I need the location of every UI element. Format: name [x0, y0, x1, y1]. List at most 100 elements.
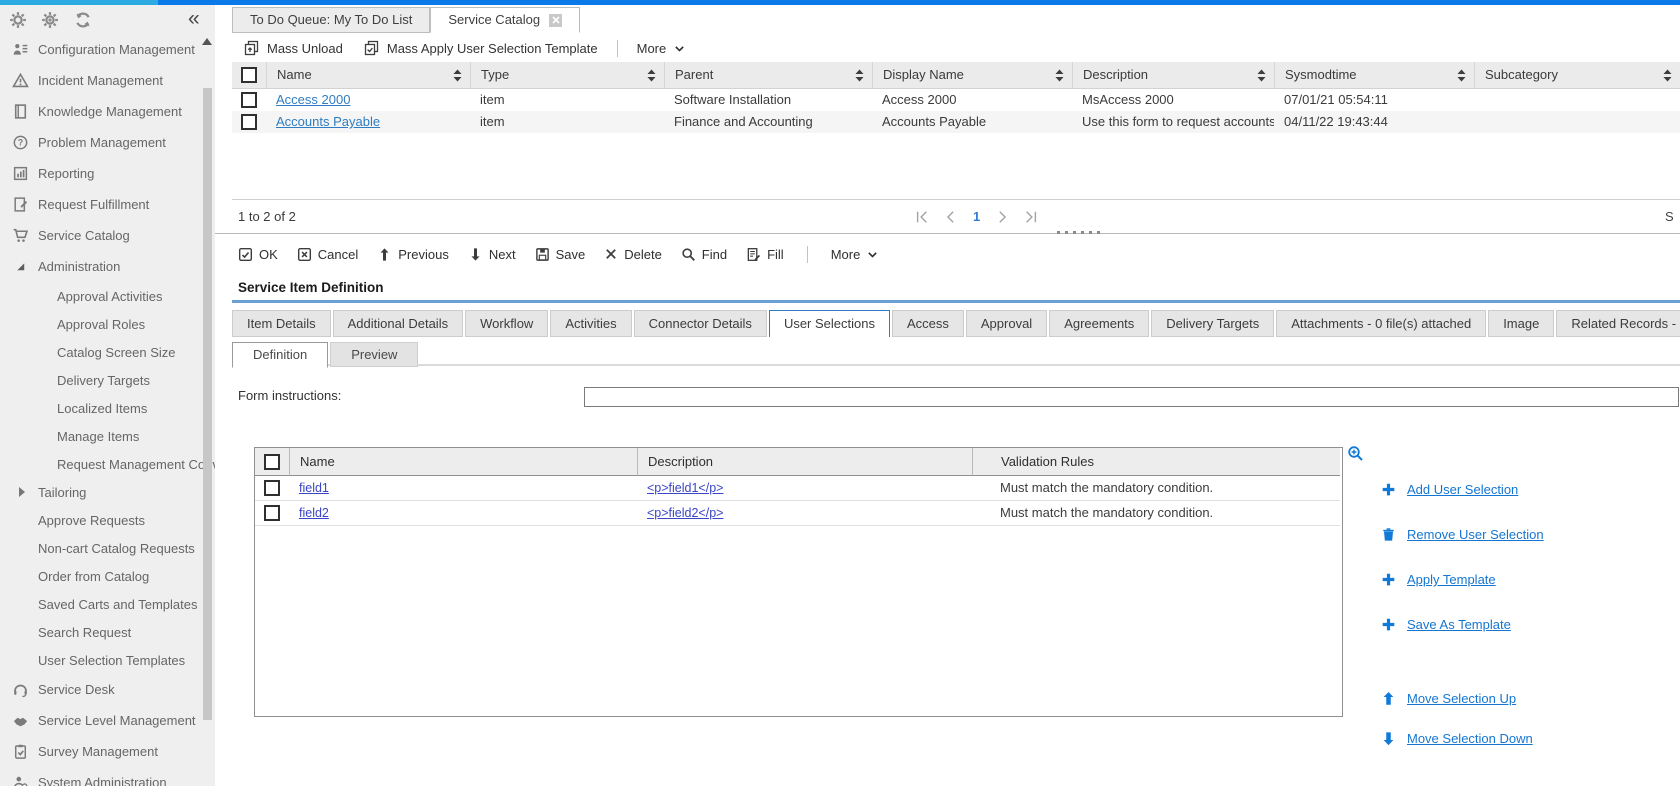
find-button[interactable]: Find: [681, 247, 727, 262]
sidebar-item-request-management-conv[interactable]: Request Management Conv: [0, 450, 215, 478]
tab-service-catalog[interactable]: Service Catalog: [430, 7, 581, 33]
table-row[interactable]: Accounts Payable item Finance and Accoun…: [232, 111, 1680, 133]
record-link[interactable]: Access 2000: [276, 92, 350, 107]
delete-button[interactable]: Delete: [604, 247, 662, 262]
sort-icon[interactable]: [1055, 69, 1064, 82]
sidebar-item-survey-management[interactable]: Survey Management: [0, 736, 215, 767]
row-checkbox[interactable]: [241, 114, 257, 130]
sidebar-item-search-request[interactable]: Search Request: [0, 618, 215, 646]
fill-button[interactable]: Fill: [746, 247, 784, 262]
next-button[interactable]: Next: [468, 247, 516, 262]
sidebar-item-saved-carts-and-templates[interactable]: Saved Carts and Templates: [0, 590, 215, 618]
sidebar-collapse-button[interactable]: «: [188, 6, 200, 32]
table-row[interactable]: field1 <p>field1</p> Must match the mand…: [255, 476, 1342, 501]
action-move-selection-up[interactable]: Move Selection Up: [1381, 691, 1516, 706]
action-link[interactable]: Move Selection Up: [1407, 691, 1516, 706]
tab-connector-details[interactable]: Connector Details: [633, 310, 767, 337]
gear-icon[interactable]: [9, 11, 27, 29]
sidebar-item-service-catalog[interactable]: Service Catalog: [0, 220, 215, 251]
tab-additional-details[interactable]: Additional Details: [332, 310, 464, 337]
action-remove-user-selection[interactable]: Remove User Selection: [1381, 527, 1544, 542]
row-checkbox[interactable]: [241, 92, 257, 108]
sidebar-item-reporting[interactable]: Reporting: [0, 158, 215, 189]
action-save-as-template[interactable]: Save As Template: [1381, 617, 1511, 632]
form-instructions-input[interactable]: [584, 387, 1679, 407]
first-page-icon[interactable]: [915, 210, 929, 224]
field-link[interactable]: field1: [299, 481, 329, 495]
mass-apply-user-selection-template-button[interactable]: Mass Apply User Selection Template: [358, 40, 604, 56]
sort-icon[interactable]: [855, 69, 864, 82]
action-link[interactable]: Move Selection Down: [1407, 731, 1533, 746]
column-header-subcategory[interactable]: Subcategory: [1474, 62, 1680, 88]
mass-unload-button[interactable]: Mass Unload: [238, 40, 349, 56]
close-tab-icon[interactable]: [549, 13, 563, 27]
sidebar-item-tailoring[interactable]: Tailoring: [0, 478, 215, 506]
column-header-name[interactable]: Name: [289, 448, 637, 476]
column-header-display-name[interactable]: Display Name: [872, 62, 1072, 88]
sidebar-item-system-administration[interactable]: System Administration: [0, 767, 215, 786]
previous-button[interactable]: Previous: [377, 247, 449, 262]
sidebar-item-problem-management[interactable]: ? Problem Management: [0, 127, 215, 158]
sidebar-item-non-cart-catalog-requests[interactable]: Non-cart Catalog Requests: [0, 534, 215, 562]
sidebar-item-configuration-management[interactable]: Configuration Management: [0, 34, 215, 65]
sidebar-item-user-selection-templates[interactable]: User Selection Templates: [0, 646, 215, 674]
row-checkbox[interactable]: [264, 505, 280, 521]
sort-icon[interactable]: [1257, 69, 1266, 82]
tab-definition[interactable]: Definition: [232, 342, 329, 368]
tab-image[interactable]: Image: [1488, 310, 1555, 337]
tab-attachments[interactable]: Attachments - 0 file(s) attached: [1276, 310, 1487, 337]
next-page-icon[interactable]: [995, 210, 1009, 224]
sort-icon[interactable]: [453, 69, 462, 82]
field-description-link[interactable]: <p>field1</p>: [647, 481, 723, 495]
tab-user-selections[interactable]: User Selections: [768, 310, 890, 337]
sort-icon[interactable]: [647, 69, 656, 82]
column-header-description[interactable]: Description: [637, 448, 972, 476]
more-button[interactable]: More: [631, 41, 693, 56]
tab-related-records[interactable]: Related Records - (0): [1556, 310, 1680, 337]
sidebar-item-catalog-screen-size[interactable]: Catalog Screen Size: [0, 338, 215, 366]
select-all-checkbox[interactable]: [264, 453, 280, 470]
table-row[interactable]: Access 2000 item Software Installation A…: [232, 89, 1680, 111]
last-page-icon[interactable]: [1024, 210, 1038, 224]
pane-splitter[interactable]: [215, 231, 1680, 234]
sidebar-item-incident-management[interactable]: Incident Management: [0, 65, 215, 96]
field-link[interactable]: field2: [299, 506, 329, 520]
sort-icon[interactable]: [1457, 69, 1466, 82]
sidebar-item-knowledge-management[interactable]: Knowledge Management: [0, 96, 215, 127]
select-all-checkbox[interactable]: [241, 67, 257, 83]
action-link[interactable]: Add User Selection: [1407, 482, 1518, 497]
refresh-icon[interactable]: [74, 11, 92, 29]
column-header-type[interactable]: Type: [470, 62, 664, 88]
splitter-handle[interactable]: [1057, 231, 1100, 234]
cancel-button[interactable]: Cancel: [297, 247, 358, 262]
action-add-user-selection[interactable]: Add User Selection: [1381, 482, 1518, 497]
tab-preview[interactable]: Preview: [330, 342, 419, 367]
table-row[interactable]: field2 <p>field2</p> Must match the mand…: [255, 501, 1342, 526]
action-move-selection-down[interactable]: Move Selection Down: [1381, 731, 1533, 746]
sidebar-item-administration[interactable]: Administration: [0, 251, 215, 282]
sidebar-item-service-level-management[interactable]: Service Level Management: [0, 705, 215, 736]
sidebar-scroll-up-arrow[interactable]: [202, 38, 212, 45]
sidebar-item-approve-requests[interactable]: Approve Requests: [0, 506, 215, 534]
previous-page-icon[interactable]: [944, 210, 958, 224]
tab-agreements[interactable]: Agreements: [1049, 310, 1150, 337]
sidebar-item-order-from-catalog[interactable]: Order from Catalog: [0, 562, 215, 590]
column-header-parent[interactable]: Parent: [664, 62, 872, 88]
tab-item-details[interactable]: Item Details: [232, 310, 331, 337]
column-header-sysmodtime[interactable]: Sysmodtime: [1274, 62, 1474, 88]
row-checkbox[interactable]: [264, 480, 280, 496]
magnifier-expand-icon[interactable]: [1347, 445, 1364, 462]
more-button[interactable]: More: [831, 247, 880, 262]
action-link[interactable]: Remove User Selection: [1407, 527, 1544, 542]
field-description-link[interactable]: <p>field2</p>: [647, 506, 723, 520]
column-header-validation-rules[interactable]: Validation Rules: [972, 448, 1340, 476]
sidebar-item-approval-activities[interactable]: Approval Activities: [0, 282, 215, 310]
sort-icon[interactable]: [1663, 69, 1672, 82]
sidebar-item-localized-items[interactable]: Localized Items: [0, 394, 215, 422]
tab-access[interactable]: Access: [891, 310, 964, 337]
sidebar-item-delivery-targets[interactable]: Delivery Targets: [0, 366, 215, 394]
sidebar-item-service-desk[interactable]: Service Desk: [0, 674, 215, 705]
sidebar-item-manage-items[interactable]: Manage Items: [0, 422, 215, 450]
tab-approval[interactable]: Approval: [965, 310, 1048, 337]
sidebar-item-approval-roles[interactable]: Approval Roles: [0, 310, 215, 338]
